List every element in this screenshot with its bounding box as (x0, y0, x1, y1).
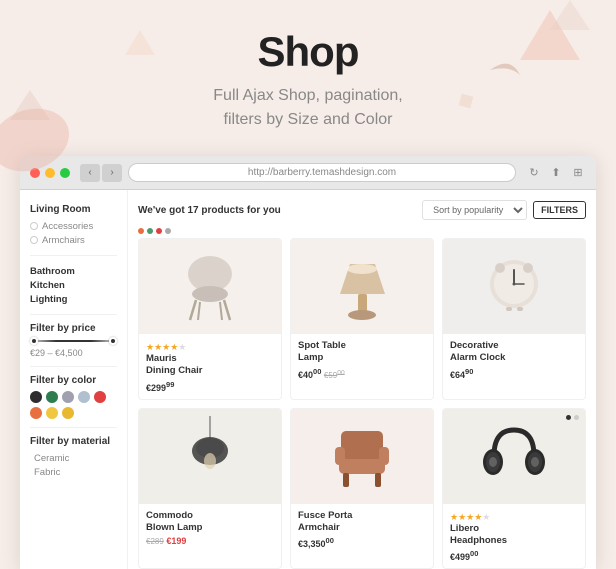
pendant-lamp-image (183, 416, 238, 496)
product-name-4: CommodoBlown Lamp (146, 510, 274, 535)
category-title: Living Room (30, 204, 117, 215)
radio-armchairs (30, 236, 38, 244)
product-name-6: LiberoHeadphones (450, 523, 578, 548)
sidebar-item-bathroom[interactable]: Bathroom (30, 264, 117, 278)
product-info-2: Spot TableLamp €4000 €5900 (291, 334, 433, 386)
color-orange[interactable] (30, 407, 42, 419)
sidebar-item-accessories[interactable]: Accessories (30, 219, 117, 233)
product-name-1: MaurisDining Chair (146, 353, 274, 378)
product-alarm-clock[interactable]: New (442, 238, 586, 400)
product-info-5: Fusce PortaArmchair €3,35000 (291, 504, 433, 556)
product-price-5: €3,35000 (298, 536, 426, 549)
product-price-3: €6490 (450, 367, 578, 380)
product-info-4: CommodoBlown Lamp €289 €199 (139, 504, 281, 553)
close-button[interactable] (30, 168, 40, 178)
product-info-6: ★★★★★ LiberoHeadphones €49900 (443, 504, 585, 569)
page-title: Shop (20, 28, 596, 76)
product-price-2: €4000 €5900 (298, 367, 426, 380)
browser-mockup: ‹ › http://barberry.temashdesign.com ↻ ⬆… (20, 156, 596, 569)
price-filter: Filter by price €29 – €4,500 (30, 323, 117, 358)
dot-3 (156, 228, 162, 234)
armchair-image (327, 419, 397, 494)
dot-1 (138, 228, 144, 234)
bookmark-icon[interactable]: ⊞ (570, 165, 586, 181)
product-spot-lamp[interactable]: Spot TableLamp €4000 €5900 (290, 238, 434, 400)
material-ceramic[interactable]: Ceramic (30, 451, 117, 465)
price-slider[interactable] (30, 340, 117, 342)
product-image-5 (291, 409, 433, 504)
color-black[interactable] (30, 391, 42, 403)
divider2 (30, 314, 117, 315)
dot-4 (165, 228, 171, 234)
material-title: Filter by material (30, 436, 117, 447)
product-name-5: Fusce PortaArmchair (298, 510, 426, 535)
browser-toolbar: ‹ › http://barberry.temashdesign.com ↻ ⬆… (20, 156, 596, 190)
product-armchair[interactable]: Fusce PortaArmchair €3,35000 (290, 408, 434, 569)
color-gray[interactable] (62, 391, 74, 403)
shop-layout: Living Room Accessories Armchairs Bathro… (20, 190, 596, 569)
page-subtitle: Full Ajax Shop, pagination,filters by Si… (20, 84, 596, 132)
browser-actions: ↻ ⬆ ⊞ (526, 165, 586, 181)
url-bar[interactable]: http://barberry.temashdesign.com (128, 163, 516, 182)
radio-accessories (30, 222, 38, 230)
color-red[interactable] (94, 391, 106, 403)
product-image-6 (443, 409, 585, 504)
sidebar-item-kitchen[interactable]: Kitchen (30, 278, 117, 292)
product-info-1: ★★★★★ MaurisDining Chair €29999 (139, 334, 281, 399)
product-image-3 (443, 239, 585, 334)
product-stars-1: ★★★★★ (146, 342, 274, 353)
product-headphones[interactable]: ★★★★★ LiberoHeadphones €49900 (442, 408, 586, 569)
color-gold[interactable] (62, 407, 74, 419)
nav-buttons: ‹ › (80, 164, 122, 182)
product-dots (566, 415, 579, 420)
products-header: We've got 17 products for you Sort by po… (138, 200, 586, 220)
products-count: We've got 17 products for you (138, 205, 281, 216)
sidebar: Living Room Accessories Armchairs Bathro… (20, 190, 128, 569)
forward-button[interactable]: › (102, 164, 122, 182)
share-icon[interactable]: ⬆ (548, 165, 564, 181)
sidebar-item-armchairs[interactable]: Armchairs (30, 233, 117, 247)
sort-controls: Sort by popularity FILTERS (422, 200, 586, 220)
maximize-button[interactable] (60, 168, 70, 178)
price-range: €29 – €4,500 (30, 348, 117, 358)
refresh-icon[interactable]: ↻ (526, 165, 542, 181)
product-image-4 (139, 409, 281, 504)
chair-image (178, 252, 243, 322)
color-yellow[interactable] (46, 407, 58, 419)
minimize-button[interactable] (45, 168, 55, 178)
back-button[interactable]: ‹ (80, 164, 100, 182)
sort-select[interactable]: Sort by popularity (422, 200, 527, 220)
product-image-1 (139, 239, 281, 334)
product-blown-lamp[interactable]: -8% CommodoBlown Lamp (138, 408, 282, 569)
color-filter (30, 391, 117, 419)
color-title: Filter by color (30, 375, 117, 386)
products-grid: ★★★★★ MaurisDining Chair €29999 (138, 238, 586, 569)
divider3 (30, 366, 117, 367)
color-scroll-dots (138, 228, 586, 234)
main-content: We've got 17 products for you Sort by po… (128, 190, 596, 569)
divider (30, 255, 117, 256)
product-price-1: €29999 (146, 380, 274, 393)
product-image-2 (291, 239, 433, 334)
product-price-6: €49900 (450, 549, 578, 562)
lamp-image (330, 249, 395, 324)
filter-button[interactable]: FILTERS (533, 201, 586, 219)
product-stars-6: ★★★★★ (450, 512, 578, 523)
color-green[interactable] (46, 391, 58, 403)
product-info-3: DecorativeAlarm Clock €6490 (443, 334, 585, 386)
product-price-4: €289 €199 (146, 536, 274, 546)
product-name-2: Spot TableLamp (298, 340, 426, 365)
divider4 (30, 427, 117, 428)
dot-2 (147, 228, 153, 234)
sidebar-item-lighting[interactable]: Lighting (30, 292, 117, 306)
headphones-image (478, 420, 550, 492)
window-controls (30, 168, 70, 178)
product-name-3: DecorativeAlarm Clock (450, 340, 578, 365)
price-title: Filter by price (30, 323, 117, 334)
color-blue-gray[interactable] (78, 391, 90, 403)
clock-image (482, 252, 547, 322)
product-mauris-chair[interactable]: ★★★★★ MaurisDining Chair €29999 (138, 238, 282, 400)
material-fabric[interactable]: Fabric (30, 465, 117, 479)
